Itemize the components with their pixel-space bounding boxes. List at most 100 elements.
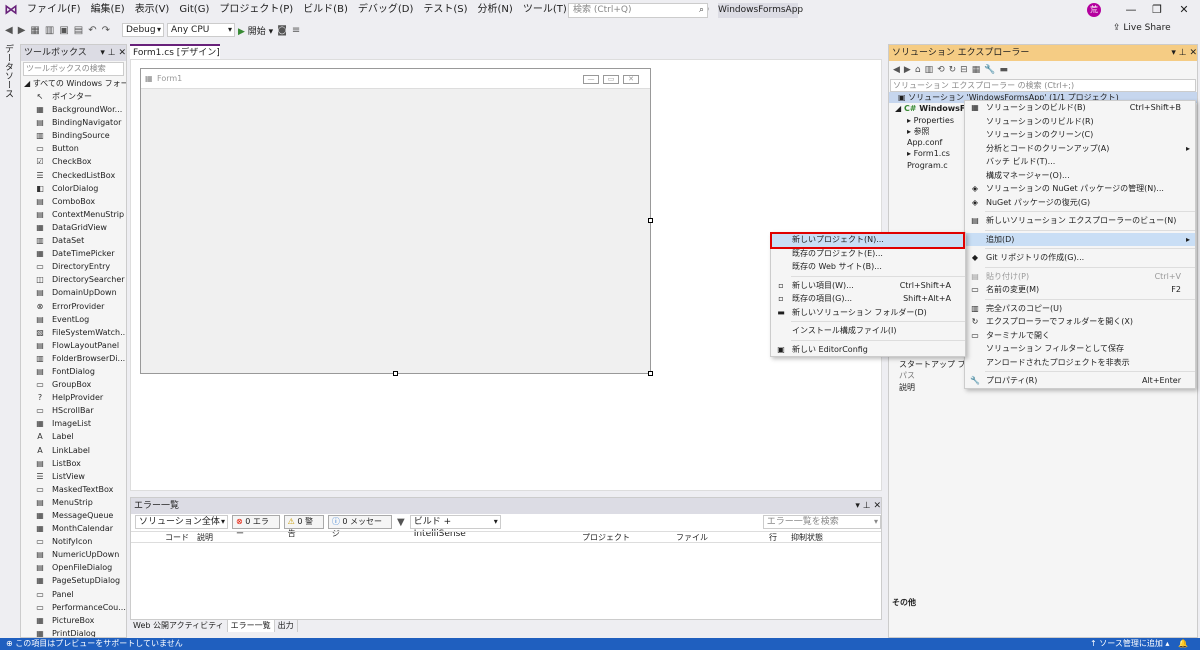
forward-icon[interactable]: ▶ <box>904 65 911 75</box>
menu-item[interactable]: 分析(N) <box>473 0 518 20</box>
undo-icon[interactable]: ↶ <box>87 25 97 36</box>
back-icon[interactable]: ◀ <box>4 25 14 36</box>
error-scope-select[interactable]: ソリューション全体 <box>135 515 229 529</box>
menu-item[interactable]: ツール(T) <box>518 0 572 20</box>
resize-handle-bottom[interactable] <box>393 371 398 376</box>
toolbox-item[interactable]: ▦ BackgroundWor... <box>21 103 126 116</box>
toolbox-item[interactable]: ▤ ComboBox <box>21 195 126 208</box>
context-menu-item[interactable]: ◆ Git リポジトリの作成(G)... <box>965 251 1195 265</box>
toolbox-item[interactable]: ▭ Panel <box>21 588 126 601</box>
toolbox-item[interactable]: ▭ Button <box>21 142 126 155</box>
home-icon[interactable]: ⌂ <box>915 65 921 75</box>
column-line[interactable]: 行 <box>769 532 777 543</box>
toolbox-item[interactable]: ▦ PictureBox <box>21 614 126 627</box>
menu-item[interactable]: ファイル(F) <box>22 0 86 20</box>
menu-item[interactable]: デバッグ(D) <box>353 0 419 20</box>
start-button[interactable]: ▶ 開始 ▾ <box>238 24 273 37</box>
pin-icon[interactable]: ▾ ⊥ ✕ <box>1171 45 1197 61</box>
show-all-files-icon[interactable]: ▦ <box>972 65 981 75</box>
new-project-icon[interactable]: ▦ <box>29 25 40 36</box>
toolbox-item[interactable]: ▤ ContextMenuStrip <box>21 208 126 221</box>
toolbox-item[interactable]: ▦ MessageQueue <box>21 509 126 522</box>
toolbox-item[interactable]: ▥ BindingSource <box>21 129 126 142</box>
minimize-icon[interactable]: — <box>1122 2 1140 18</box>
toolbox-item[interactable]: ▦ DataGridView <box>21 221 126 234</box>
context-menu-item[interactable]: 🔧 プロパティ(R) Alt+Enter <box>965 374 1195 388</box>
toolbox-item[interactable]: ☑ CheckBox <box>21 155 126 168</box>
filter-icon[interactable]: ▼ <box>396 517 406 528</box>
save-icon[interactable]: ▣ <box>58 25 69 36</box>
format-icon[interactable]: ≡ <box>291 25 301 36</box>
context-menu-item[interactable]: ▭ ターミナルで開く <box>965 329 1195 343</box>
menu-item[interactable]: ビルド(B) <box>298 0 353 20</box>
collapse-icon[interactable]: ⊟ <box>960 65 968 75</box>
toolbox-item[interactable]: ▦ PrintDialog <box>21 627 126 637</box>
toolbox-item[interactable]: ☰ ListView <box>21 470 126 483</box>
context-menu-item[interactable]: ソリューションのリビルド(R) <box>965 115 1195 129</box>
resize-handle-right[interactable] <box>648 218 653 223</box>
context-menu-item[interactable]: 分析とコードのクリーンアップ(A) ▸ <box>965 142 1195 156</box>
notification-icon[interactable]: 🔔 <box>1178 638 1188 650</box>
toolbox-item[interactable]: ▥ DataSet <box>21 234 126 247</box>
toolbox-item[interactable]: ▦ MonthCalendar <box>21 522 126 535</box>
save-all-icon[interactable]: ▤ <box>73 25 84 36</box>
toolbox-item[interactable]: ▤ EventLog <box>21 313 126 326</box>
toolbox-item[interactable]: ▦ PageSetupDialog <box>21 574 126 587</box>
global-search-input[interactable]: 検索 (Ctrl+Q) ⌕ <box>568 3 708 18</box>
context-menu-item[interactable]: ▥ 完全パスのコピー(U) <box>965 302 1195 316</box>
toolbox-item[interactable]: ◫ DirectorySearcher <box>21 273 126 286</box>
context-menu-item[interactable]: 追加(D) ▸ <box>965 232 1195 246</box>
restore-icon[interactable]: ❐ <box>1148 2 1166 18</box>
toolbox-search-input[interactable]: ツールボックスの検索 <box>23 62 124 76</box>
toolbox-item[interactable]: ↖ ポインター <box>21 90 126 103</box>
toolbox-item[interactable]: ▤ FontDialog <box>21 365 126 378</box>
tab-form1-designer[interactable]: Form1.cs [デザイン] ⊤ ✕ <box>130 44 220 73</box>
history-icon[interactable]: ⟲ <box>937 65 945 75</box>
context-menu-item[interactable]: ↻ エクスプローラーでフォルダーを開く(X) <box>965 315 1195 329</box>
column-code[interactable]: コード <box>165 532 189 543</box>
build-filter-select[interactable]: ビルド + IntelliSense <box>409 515 501 539</box>
context-menu-item[interactable]: インストール構成ファイル(I) <box>771 324 965 338</box>
forward-icon[interactable]: ▶ <box>17 25 27 36</box>
context-menu-item[interactable]: 構成マネージャー(O)... <box>965 169 1195 183</box>
visual-studio-logo-icon[interactable]: ⋈ <box>0 0 22 20</box>
context-menu-item[interactable]: ▦ ソリューションのビルド(B) Ctrl+Shift+B <box>965 101 1195 115</box>
toolbox-item[interactable]: ⊗ ErrorProvider <box>21 300 126 313</box>
resize-handle-corner[interactable] <box>648 371 653 376</box>
menu-item[interactable]: プロジェクト(P) <box>214 0 298 20</box>
tab-web-publish[interactable]: Web 公開アクティビティ <box>130 620 228 632</box>
redo-icon[interactable]: ↷ <box>101 25 111 36</box>
menu-item[interactable]: Git(G) <box>174 0 214 20</box>
toolbox-item[interactable]: ▤ NumericUpDown <box>21 548 126 561</box>
solution-explorer-search-input[interactable]: ソリューション エクスプローラー の検索 (Ctrl+;) <box>890 79 1196 92</box>
toolbox-item[interactable]: ▤ DomainUpDown <box>21 286 126 299</box>
context-menu-item[interactable]: ソリューションのクリーン(C) <box>965 128 1195 142</box>
open-icon[interactable]: ▥ <box>44 25 55 36</box>
wrench-icon[interactable]: 🔧 <box>984 65 995 75</box>
context-menu-item[interactable]: アンロードされたプロジェクトを非表示 <box>965 356 1195 370</box>
context-menu-item[interactable]: ◈ ソリューションの NuGet パッケージの管理(N)... <box>965 182 1195 196</box>
toolbox-item[interactable]: ▭ NotifyIcon <box>21 535 126 548</box>
toolbox-item[interactable]: A Label <box>21 430 126 443</box>
column-suppression[interactable]: 抑制状態 <box>791 532 823 543</box>
menu-item[interactable]: 編集(E) <box>86 0 130 20</box>
context-menu-item[interactable]: 既存の Web サイト(B)... <box>771 260 965 274</box>
configuration-select[interactable]: Debug <box>122 23 164 37</box>
toolbox-category[interactable]: ◢ すべての Windows フォーム <box>21 77 126 90</box>
context-menu-item[interactable]: ▬ 新しいソリューション フォルダー(D) <box>771 306 965 320</box>
menu-item[interactable]: テスト(S) <box>418 0 472 20</box>
column-project[interactable]: プロジェクト <box>582 532 630 543</box>
close-icon[interactable]: ✕ <box>1175 2 1193 18</box>
context-menu-item[interactable]: ソリューション フィルターとして保存 <box>965 342 1195 356</box>
error-list-search-input[interactable]: エラー一覧を検索 <box>762 515 881 529</box>
toolbox-item[interactable]: ▤ MenuStrip <box>21 496 126 509</box>
switch-views-icon[interactable]: ▥ <box>925 65 934 75</box>
live-share-button[interactable]: ⇪ Live Share <box>1113 23 1171 33</box>
add-to-source-control-button[interactable]: ↑ ソース管理に追加 ▴ <box>1090 638 1169 650</box>
toolbox-item[interactable]: ▧ FileSystemWatch... <box>21 326 126 339</box>
pin-icon[interactable]: ▾ ⊥ ✕ <box>855 498 881 514</box>
toolbox-item[interactable]: ▤ ListBox <box>21 457 126 470</box>
toolbox-item[interactable]: ▦ DateTimePicker <box>21 247 126 260</box>
toolbox-item[interactable]: ☰ CheckedListBox <box>21 169 126 182</box>
context-menu-item[interactable]: ◈ NuGet パッケージの復元(G) <box>965 196 1195 210</box>
